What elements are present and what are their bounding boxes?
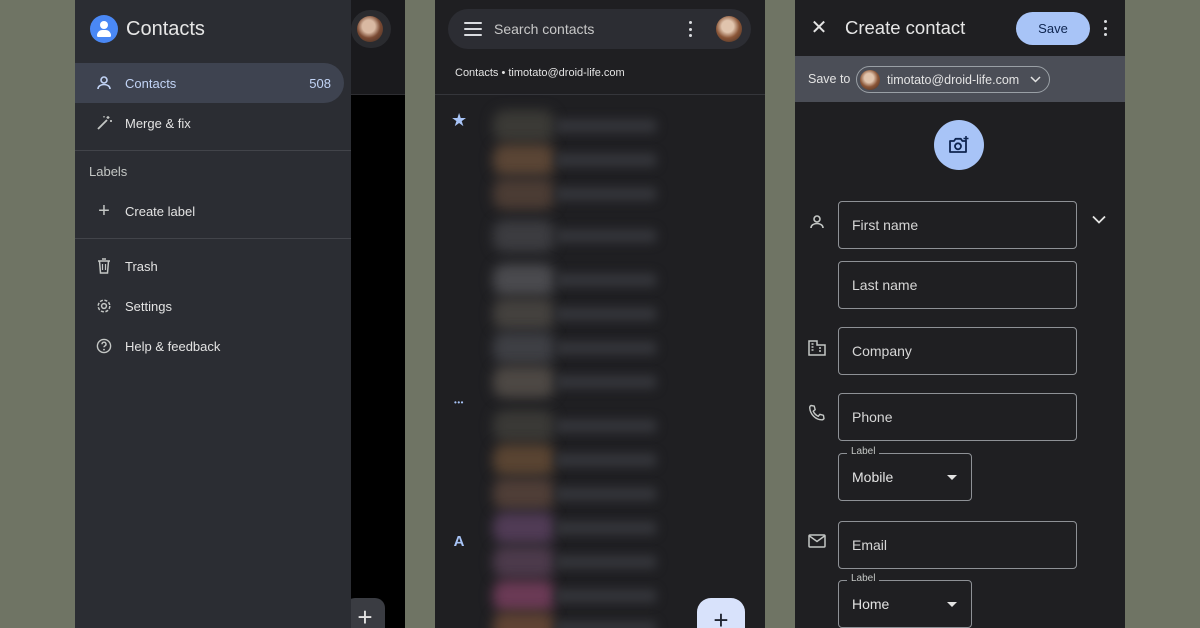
company-placeholder: Company (852, 343, 912, 359)
more-horiz-icon: ••• (454, 398, 464, 407)
person-icon (808, 213, 826, 231)
contacts-count: 508 (309, 75, 331, 91)
drawer-screen: + Contacts Contacts 508 Merge & fix Labe… (75, 0, 405, 628)
list-item[interactable] (493, 264, 663, 296)
list-item[interactable] (493, 546, 663, 578)
chevron-down-icon (1030, 74, 1041, 86)
star-icon: ★ (451, 110, 468, 130)
background-add-fab: + (345, 598, 385, 628)
close-icon[interactable]: ✕ (809, 18, 829, 38)
dropdown-arrow-icon (947, 475, 957, 480)
account-email: timotato@droid-life.com (887, 72, 1020, 87)
labels-heading: Labels (89, 164, 128, 179)
drawer-item-label: Help & feedback (125, 338, 221, 354)
phone-label-select[interactable]: Label Mobile (838, 446, 972, 501)
more-vert-icon[interactable] (1103, 20, 1107, 36)
account-line: Contacts • timotato@droid-life.com (455, 67, 625, 79)
more-vert-icon[interactable] (688, 21, 692, 37)
list-item[interactable] (493, 580, 663, 612)
drawer-item-help-feedback[interactable]: Help & feedback (75, 326, 344, 366)
drawer-item-label: Contacts (125, 75, 177, 91)
account-selector[interactable]: timotato@droid-life.com (856, 66, 1050, 93)
menu-icon[interactable] (464, 22, 482, 36)
contacts-logo-icon (90, 15, 118, 43)
email-field[interactable]: Email (838, 521, 1077, 569)
navigation-drawer: Contacts Contacts 508 Merge & fix Labels… (75, 0, 351, 628)
list-item[interactable] (493, 366, 663, 398)
list-item[interactable] (493, 478, 663, 510)
drawer-item-label: Settings (125, 298, 172, 314)
chevron-down-icon[interactable] (1092, 211, 1106, 229)
add-photo-button[interactable] (934, 120, 984, 170)
add-photo-icon (949, 136, 969, 153)
drawer-item-label: Merge & fix (125, 115, 191, 131)
mail-icon (808, 532, 826, 550)
phone-field[interactable]: Phone (838, 393, 1077, 441)
email-label-value: Home (852, 596, 890, 612)
divider (435, 94, 765, 95)
drawer-item-merge-fix[interactable]: Merge & fix (75, 103, 344, 143)
app-title: Contacts (126, 17, 205, 40)
list-item[interactable] (493, 144, 663, 176)
account-avatar[interactable] (716, 16, 742, 42)
person-icon (94, 73, 114, 93)
search-input[interactable]: Search contacts (494, 21, 688, 37)
phone-placeholder: Phone (852, 409, 893, 425)
drawer-item-trash[interactable]: Trash (75, 246, 344, 286)
page-title: Create contact (845, 17, 966, 38)
email-placeholder: Email (852, 537, 888, 553)
contact-list-blurred (493, 100, 663, 628)
drawer-item-label: Create label (125, 203, 196, 219)
drawer-item-create-label[interactable]: + Create label (75, 191, 344, 231)
list-item[interactable] (493, 298, 663, 330)
phone-icon (808, 404, 826, 422)
contact-list-screen: Search contacts Contacts • timotato@droi… (435, 0, 765, 628)
divider (75, 238, 351, 239)
business-icon (808, 339, 826, 357)
list-item[interactable] (493, 332, 663, 364)
gear-icon (94, 296, 114, 316)
dropdown-arrow-icon (947, 602, 957, 607)
background-avatar (351, 10, 391, 48)
save-to-bar: Save to timotato@droid-life.com (795, 56, 1125, 102)
drawer-item-settings[interactable]: Settings (75, 286, 344, 326)
help-icon (94, 336, 114, 356)
drawer-header: Contacts (90, 14, 205, 44)
magic-wand-icon (94, 113, 114, 133)
company-field[interactable]: Company (838, 327, 1077, 375)
list-item[interactable] (493, 612, 663, 628)
list-item[interactable] (493, 410, 663, 442)
email-label-legend: Label (847, 573, 880, 584)
section-letter: A (453, 533, 465, 550)
email-label-select[interactable]: Label Home (838, 573, 972, 628)
list-item[interactable] (493, 444, 663, 476)
first-name-placeholder: First name (852, 217, 919, 233)
drawer-item-label: Trash (125, 258, 158, 274)
drawer-item-contacts[interactable]: Contacts 508 (75, 63, 344, 103)
list-item[interactable] (493, 512, 663, 544)
list-item[interactable] (493, 110, 663, 142)
add-contact-fab[interactable]: + (697, 598, 745, 628)
plus-icon: + (98, 199, 110, 222)
phone-label-value: Mobile (852, 469, 894, 485)
account-avatar (860, 69, 880, 90)
first-name-field[interactable]: First name (838, 201, 1077, 249)
save-to-label: Save to (808, 72, 851, 86)
divider (75, 150, 351, 151)
search-bar[interactable]: Search contacts (448, 9, 751, 49)
phone-label-legend: Label (847, 446, 880, 457)
save-button[interactable]: Save (1016, 12, 1090, 45)
trash-icon (94, 256, 114, 276)
create-contact-screen: ✕ Create contact Save Save to timotato@d… (795, 0, 1125, 628)
list-item[interactable] (493, 220, 663, 252)
list-item[interactable] (493, 178, 663, 210)
last-name-placeholder: Last name (852, 277, 918, 293)
last-name-field[interactable]: Last name (838, 261, 1077, 309)
